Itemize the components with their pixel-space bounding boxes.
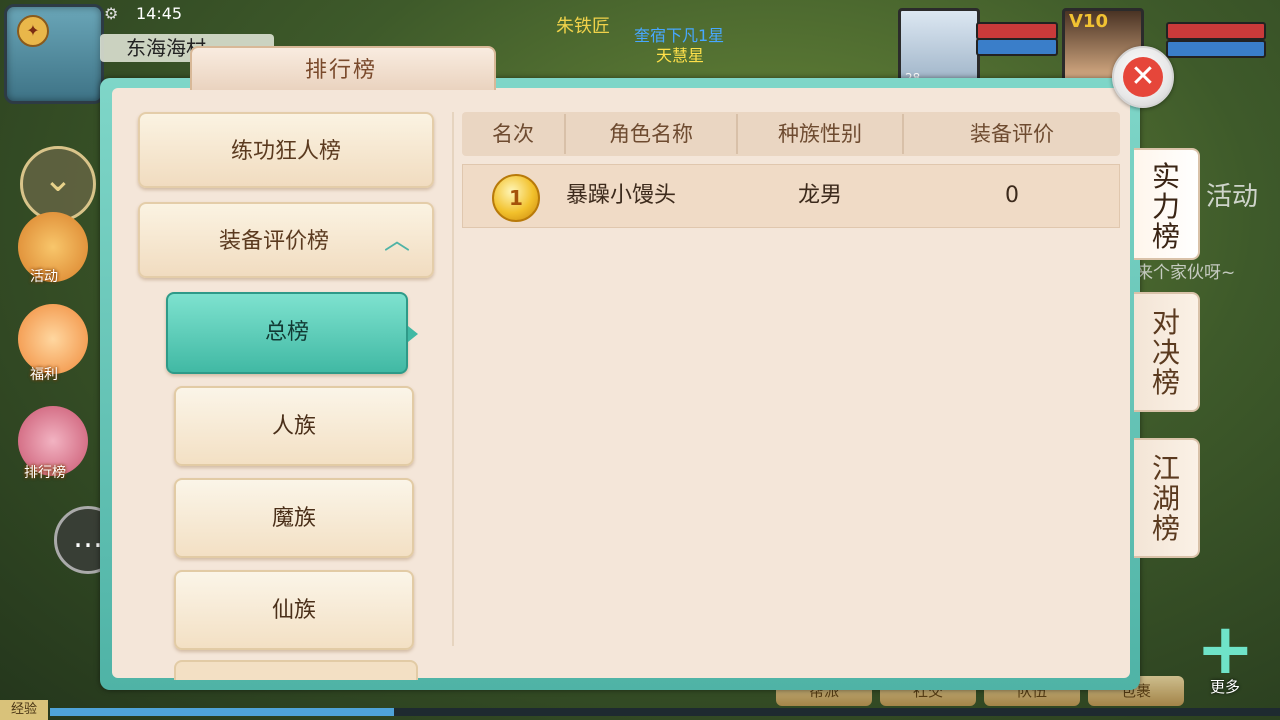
chat-icon: …: [73, 520, 103, 555]
category-label: 装备评价榜: [218, 229, 329, 254]
welfare-label: 福利: [30, 367, 58, 383]
npc-name-label: 天慧星: [656, 46, 705, 65]
subcategory-label: 仙族: [271, 598, 316, 623]
tab-char: 榜: [1151, 366, 1180, 399]
subcategory-next-partial[interactable]: [174, 660, 418, 680]
close-icon: ✕: [1123, 57, 1163, 97]
category-training-ranking[interactable]: 练功狂人榜: [138, 112, 434, 188]
activity-tab-bg: 活动: [1206, 182, 1259, 212]
chevron-up-icon: ︿: [383, 226, 410, 256]
close-button[interactable]: ✕: [1112, 46, 1174, 108]
npc-name-label: 朱铁匠: [556, 16, 610, 37]
party-member-mp-bar: [976, 38, 1058, 56]
category-label: 练功狂人榜: [230, 139, 341, 164]
tab-char: 对: [1151, 306, 1180, 339]
player-hp-bar: [1166, 22, 1266, 40]
status-time: 14:45: [136, 4, 183, 23]
tab-duel-ranking[interactable]: 对 决 榜: [1134, 292, 1200, 412]
tab-char: 榜: [1151, 512, 1180, 545]
tab-char: 榜: [1151, 220, 1180, 253]
vip-badge: V10: [1069, 11, 1108, 32]
header-equipment-score: 装备评价: [970, 122, 1054, 146]
collapse-menu-button[interactable]: ⌄: [20, 146, 96, 222]
tab-char: 力: [1151, 190, 1180, 223]
chat-message-bg: 来个家伙呀~: [1136, 263, 1236, 283]
ranking-label: 排行榜: [24, 465, 66, 481]
race-gender-cell: 龙男: [797, 183, 842, 208]
category-equipment-ranking[interactable]: 装备评价榜 ︿: [138, 202, 434, 278]
header-race-gender: 种族性别: [778, 122, 862, 146]
subcategory-immortal[interactable]: 仙族: [174, 570, 414, 650]
more-label: 更多: [1209, 678, 1240, 696]
activity-label: 活动: [30, 269, 58, 285]
panel-title: 排行榜: [304, 58, 377, 83]
compass-icon: ✦: [17, 15, 49, 47]
exp-bar: [50, 708, 1280, 716]
equipment-score-cell: 0: [1005, 183, 1019, 208]
exp-label: 经验: [0, 700, 48, 720]
subcategory-demon[interactable]: 魔族: [174, 478, 414, 558]
rank-medal-icon: 1: [492, 174, 540, 222]
column-divider: [452, 112, 454, 646]
tab-char: 决: [1151, 336, 1180, 369]
player-mp-bar: [1166, 40, 1266, 58]
header-name: 角色名称: [609, 122, 693, 146]
subcategory-label: 魔族: [271, 506, 316, 531]
world-map-button[interactable]: ✦: [4, 4, 104, 104]
tab-char: 江: [1151, 452, 1180, 485]
settings-icon[interactable]: ⚙: [104, 4, 118, 23]
subcategory-label: 总榜: [264, 320, 309, 345]
player-name-cell: 暴躁小馒头: [566, 183, 677, 208]
subcategory-human[interactable]: 人族: [174, 386, 414, 466]
header-rank: 名次: [492, 122, 534, 146]
tab-jianghu-ranking[interactable]: 江 湖 榜: [1134, 438, 1200, 558]
subcategory-overall[interactable]: 总榜: [166, 292, 418, 374]
party-member-avatar[interactable]: 28: [898, 8, 980, 86]
plus-icon[interactable]: +: [1196, 614, 1255, 684]
exp-bar-fill: [50, 708, 395, 716]
tab-char: 实: [1151, 160, 1180, 193]
chevron-down-icon: ⌄: [42, 159, 74, 200]
tab-char: 湖: [1151, 482, 1180, 515]
tab-strength-ranking[interactable]: 实 力 榜: [1134, 148, 1200, 260]
subcategory-label: 人族: [271, 414, 316, 439]
